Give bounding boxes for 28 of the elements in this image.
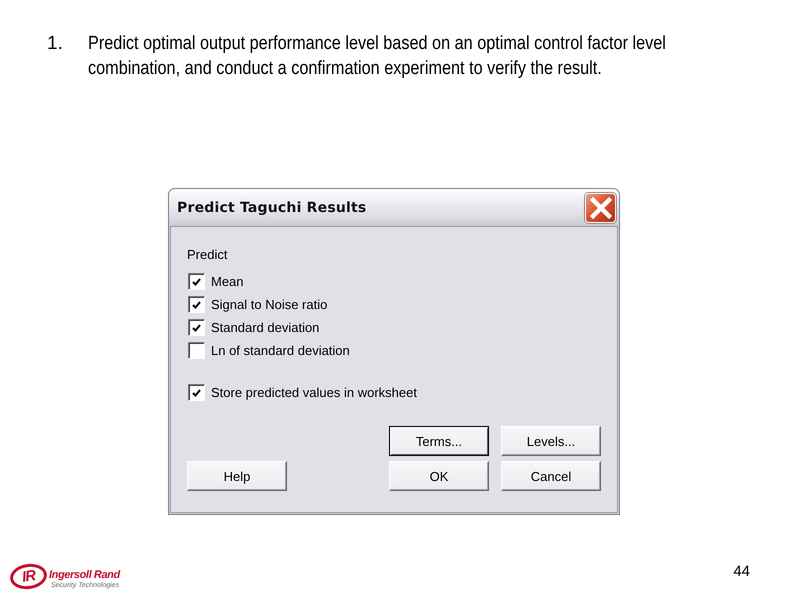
dialog-button[interactable]: Terms... (389, 426, 489, 456)
check-icon (192, 324, 201, 332)
checkbox[interactable] (188, 342, 205, 359)
page-number: 44 (733, 563, 750, 580)
company-name: Ingersoll Rand (49, 569, 120, 581)
group-label: Predict (187, 247, 228, 263)
dialog-button[interactable]: Levels... (501, 426, 601, 456)
checkbox-label: Standard deviation (211, 320, 320, 336)
checkbox-label: Ln of standard deviation (211, 342, 350, 358)
checkbox-label: Store predicted values in worksheet (211, 384, 417, 400)
list-number: 1. (47, 32, 64, 56)
dialog-title: Predict Taguchi Results (177, 200, 366, 216)
checkbox[interactable] (188, 273, 205, 290)
check-icon (192, 300, 201, 308)
checkbox[interactable] (188, 319, 205, 336)
logo-mark: IR (8, 562, 49, 592)
checkbox[interactable] (188, 296, 205, 313)
list-text: Predict optimal output performance level based on an optimal control factor level combination, and conduct a confirmation experiment to verify the result. (88, 32, 667, 81)
dialog-button[interactable]: OK (389, 461, 489, 491)
checkbox[interactable] (188, 384, 205, 401)
check-icon (192, 278, 201, 286)
checkbox-label: Signal to Noise ratio (211, 296, 328, 312)
close-icon (590, 196, 612, 218)
dialog-button[interactable]: Help (187, 461, 287, 491)
close-button[interactable] (585, 192, 616, 222)
checkbox-label: Mean (211, 274, 244, 290)
dialog-button[interactable]: Cancel (501, 461, 601, 491)
check-icon (192, 388, 201, 396)
